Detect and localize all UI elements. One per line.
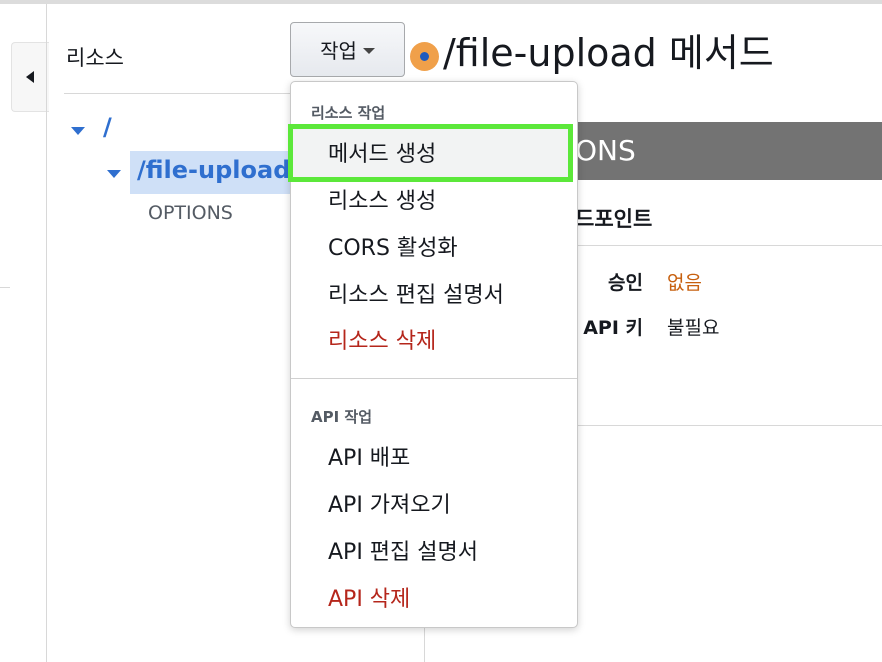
tree-item-options[interactable]: OPTIONS xyxy=(148,202,233,224)
menu-item-import-api[interactable]: API 가져오기 xyxy=(328,487,451,519)
tree-item-root[interactable]: / xyxy=(103,113,112,141)
menu-separator xyxy=(291,378,577,379)
api-gateway-console: 리소스 작업 /file-upload 메서드 / /file-upload O… xyxy=(0,0,882,662)
menu-item-delete-resource[interactable]: 리소스 삭제 xyxy=(328,323,436,355)
tree-item-file-upload[interactable]: /file-upload xyxy=(137,156,290,184)
page-title: /file-upload 메서드 xyxy=(443,31,774,75)
api-key-value: 불필요 xyxy=(667,317,720,339)
menu-item-create-resource[interactable]: 리소스 생성 xyxy=(328,183,436,215)
actions-dropdown-button[interactable]: 작업 xyxy=(290,22,405,77)
menu-item-create-method[interactable]: 메서드 생성 xyxy=(328,136,436,168)
api-actions-group-label: API 작업 xyxy=(311,408,373,426)
left-stub-divider xyxy=(0,287,10,288)
menu-item-enable-cors[interactable]: CORS 활성화 xyxy=(328,230,458,262)
menu-item-deploy-api[interactable]: API 배포 xyxy=(328,440,410,472)
expand-caret-icon[interactable] xyxy=(106,169,122,179)
caret-down-icon xyxy=(362,47,375,54)
actions-button-label: 작업 xyxy=(320,39,357,63)
menu-item-edit-api-docs[interactable]: API 편집 설명서 xyxy=(328,534,478,566)
resource-actions-group-label: 리소스 작업 xyxy=(311,104,386,122)
sidebar-collapse-button[interactable] xyxy=(11,42,49,112)
expand-caret-icon[interactable] xyxy=(70,126,86,136)
resources-divider xyxy=(64,93,290,94)
endpoint-label: 드포인트 xyxy=(575,207,653,231)
method-header: ONS xyxy=(575,122,882,180)
actions-dropdown-menu: 리소스 작업 메서드 생성 리소스 생성 CORS 활성화 리소스 편집 설명서… xyxy=(288,81,578,628)
endpoint-divider xyxy=(575,245,882,246)
detail-divider xyxy=(575,425,882,426)
top-divider xyxy=(0,0,882,4)
menu-item-edit-resource-docs[interactable]: 리소스 편집 설명서 xyxy=(328,277,504,309)
api-key-key: API 키 xyxy=(583,317,643,339)
left-divider xyxy=(46,4,47,662)
authorization-key: 승인 xyxy=(608,272,643,294)
resources-panel-title: 리소스 xyxy=(66,46,124,70)
cursor-indicator-icon xyxy=(410,42,439,71)
menu-item-delete-api[interactable]: API 삭제 xyxy=(328,581,410,613)
authorization-value[interactable]: 없음 xyxy=(667,268,702,295)
caret-left-icon xyxy=(26,71,34,83)
